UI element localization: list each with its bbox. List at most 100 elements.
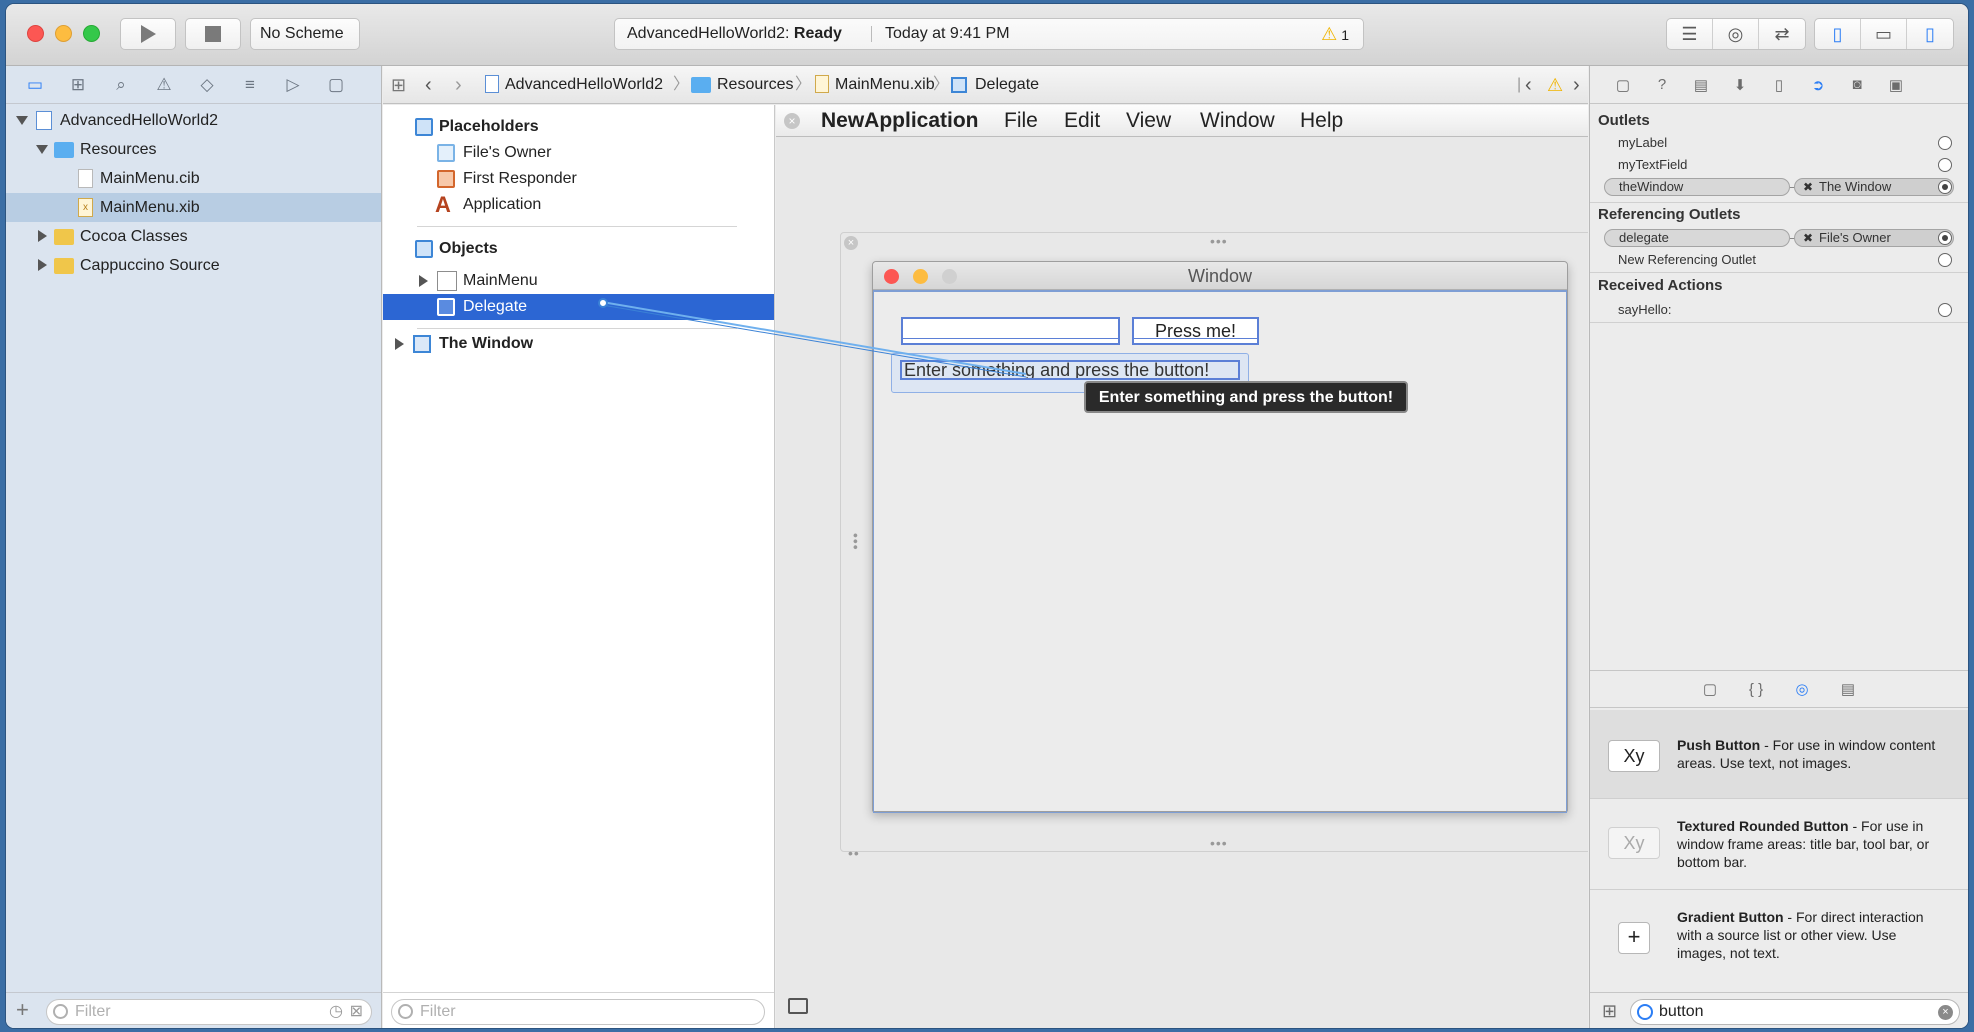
referencing-outlet-row-connected[interactable]: delegate ✖ File's Owner xyxy=(1590,227,1968,249)
minimize-button[interactable] xyxy=(913,269,928,284)
breadcrumb-project[interactable]: AdvancedHelloWorld2 xyxy=(505,66,663,104)
library-item-gradient-button[interactable]: + Gradient Button - For direct interacti… xyxy=(1590,890,1968,990)
report-icon[interactable]: ▢ xyxy=(325,74,347,96)
bindings-inspector-icon[interactable]: ◙ xyxy=(1846,74,1868,96)
resize-handle-icon[interactable]: •• xyxy=(848,845,860,861)
scheme-selector[interactable]: No Scheme xyxy=(250,18,360,50)
previous-issue-icon[interactable]: ‹ xyxy=(1525,66,1532,104)
close-button[interactable] xyxy=(27,25,44,42)
tree-item-project[interactable]: AdvancedHelloWorld2 xyxy=(6,106,381,135)
text-field[interactable] xyxy=(901,317,1120,345)
back-icon[interactable]: ‹ xyxy=(425,66,432,104)
menu-edit[interactable]: Edit xyxy=(1064,105,1100,137)
utilities-toggle-icon[interactable]: ▯ xyxy=(1907,19,1953,49)
resize-handle-icon[interactable]: ••• xyxy=(848,533,864,551)
standard-editor-icon[interactable]: ☰ xyxy=(1667,19,1713,49)
hierarchy-icon[interactable]: ⊞ xyxy=(67,74,89,96)
help-icon[interactable]: ? xyxy=(1651,74,1673,96)
disclosure-triangle-icon[interactable] xyxy=(16,116,28,125)
connection-circle-icon[interactable] xyxy=(1938,158,1952,172)
forward-icon[interactable]: › xyxy=(455,66,462,104)
add-icon[interactable]: + xyxy=(16,997,29,1023)
tree-item-mainmenu-xib[interactable]: x MainMenu.xib xyxy=(6,193,381,222)
debug-icon[interactable]: ≡ xyxy=(239,74,261,96)
attributes-inspector-icon[interactable]: ⬇ xyxy=(1729,74,1751,96)
connection-circle-icon[interactable] xyxy=(1938,180,1952,194)
outlet-row[interactable]: myTextField xyxy=(1590,154,1968,176)
connection-circle-icon[interactable] xyxy=(1938,136,1952,150)
disclosure-triangle-icon[interactable] xyxy=(395,338,404,350)
close-button[interactable] xyxy=(884,269,899,284)
connection-circle-icon[interactable] xyxy=(1938,253,1952,267)
resize-handle-icon[interactable]: ••• xyxy=(1210,835,1228,851)
warning-indicator[interactable]: ⚠ 1 xyxy=(1321,19,1349,50)
action-row[interactable]: sayHello: xyxy=(1590,299,1968,321)
app-window[interactable]: Window Press me! Enter something and pre… xyxy=(872,261,1568,813)
outline-item-mainmenu[interactable]: MainMenu xyxy=(383,268,774,294)
remove-icon[interactable]: ✖ xyxy=(1803,179,1813,195)
stop-button[interactable] xyxy=(185,18,241,50)
warning-icon[interactable]: ⚠ xyxy=(1547,66,1563,104)
outline-toggle-icon[interactable] xyxy=(788,998,808,1014)
breadcrumb-resources[interactable]: Resources xyxy=(717,66,793,104)
assistant-editor-icon[interactable]: ◎ xyxy=(1713,19,1759,49)
library-item-push-button[interactable]: Xy Push Button - For use in window conte… xyxy=(1590,710,1968,798)
resize-handle-icon[interactable]: ••• xyxy=(1210,233,1228,249)
navigator-toggle-icon[interactable]: ▯ xyxy=(1815,19,1861,49)
media-library-icon[interactable]: ▤ xyxy=(1837,678,1859,700)
outline-item-files-owner[interactable]: File's Owner xyxy=(383,140,774,166)
close-icon[interactable]: × xyxy=(784,113,800,129)
clear-icon[interactable]: × xyxy=(1938,1005,1953,1020)
zoom-button[interactable] xyxy=(942,269,957,284)
disclosure-triangle-icon[interactable] xyxy=(38,230,47,242)
connection-circle-icon[interactable] xyxy=(1938,231,1952,245)
tree-item-mainmenu-cib[interactable]: MainMenu.cib xyxy=(6,164,381,193)
outlet-target[interactable]: ✖ File's Owner xyxy=(1794,229,1954,247)
menu-view[interactable]: View xyxy=(1126,105,1171,137)
connection-circle-icon[interactable] xyxy=(1938,303,1952,317)
zoom-button[interactable] xyxy=(83,25,100,42)
message-label[interactable]: Enter something and press the button! xyxy=(900,360,1240,380)
outlet-row-connected[interactable]: theWindow ✖ The Window xyxy=(1590,176,1968,198)
new-referencing-outlet-row[interactable]: New Referencing Outlet xyxy=(1590,249,1968,271)
test-icon[interactable]: ◇ xyxy=(196,74,218,96)
breakpoint-icon[interactable]: ▷ xyxy=(282,74,304,96)
outlet-target[interactable]: ✖ The Window xyxy=(1794,178,1954,196)
disclosure-triangle-icon[interactable] xyxy=(36,145,48,154)
file-inspector-icon[interactable]: ▢ xyxy=(1612,74,1634,96)
size-inspector-icon[interactable]: ▯ xyxy=(1768,74,1790,96)
breadcrumb-mainmenu-xib[interactable]: MainMenu.xib xyxy=(835,66,935,104)
debug-area-toggle-icon[interactable]: ▭ xyxy=(1861,19,1907,49)
menu-file[interactable]: File xyxy=(1004,105,1038,137)
identity-inspector-icon[interactable]: ▤ xyxy=(1690,74,1712,96)
press-me-button[interactable]: Press me! xyxy=(1132,317,1259,345)
tree-item-cappuccino-source[interactable]: Cappuccino Source xyxy=(6,251,381,280)
search-icon[interactable]: ⌕ xyxy=(110,74,132,96)
outline-item-application[interactable]: A Application xyxy=(383,192,774,218)
folder-icon[interactable]: ▭ xyxy=(24,74,46,96)
menu-help[interactable]: Help xyxy=(1300,105,1343,137)
file-template-icon[interactable]: ▢ xyxy=(1699,678,1721,700)
outline-item-delegate[interactable]: Delegate xyxy=(383,294,774,320)
disclosure-triangle-icon[interactable] xyxy=(38,259,47,271)
outline-item-the-window[interactable]: The Window xyxy=(383,331,774,357)
version-editor-icon[interactable]: ⇄ xyxy=(1759,19,1805,49)
outlet-row[interactable]: myLabel xyxy=(1590,132,1968,154)
object-library-icon[interactable]: ◎ xyxy=(1791,678,1813,700)
breadcrumb-delegate[interactable]: Delegate xyxy=(975,66,1039,104)
outline-item-first-responder[interactable]: First Responder xyxy=(383,166,774,192)
warning-icon[interactable]: ⚠ xyxy=(153,74,175,96)
grid-view-icon[interactable]: ⊞ xyxy=(1602,1001,1617,1022)
close-icon[interactable]: × xyxy=(844,236,858,250)
scm-filter-icon[interactable]: ⊠ xyxy=(350,1000,363,1024)
navigator-filter-input[interactable]: Filter ◷ ⊠ xyxy=(46,999,372,1025)
next-issue-icon[interactable]: › xyxy=(1573,66,1580,104)
tree-item-resources[interactable]: Resources xyxy=(6,135,381,164)
connections-inspector-icon[interactable]: ➲ xyxy=(1807,74,1829,96)
remove-icon[interactable]: ✖ xyxy=(1803,230,1813,246)
library-search-input[interactable]: button × xyxy=(1630,999,1960,1025)
recent-icon[interactable]: ◷ xyxy=(329,1000,343,1024)
outline-filter-input[interactable]: Filter xyxy=(391,999,765,1025)
tree-item-cocoa-classes[interactable]: Cocoa Classes xyxy=(6,222,381,251)
disclosure-triangle-icon[interactable] xyxy=(419,275,428,287)
